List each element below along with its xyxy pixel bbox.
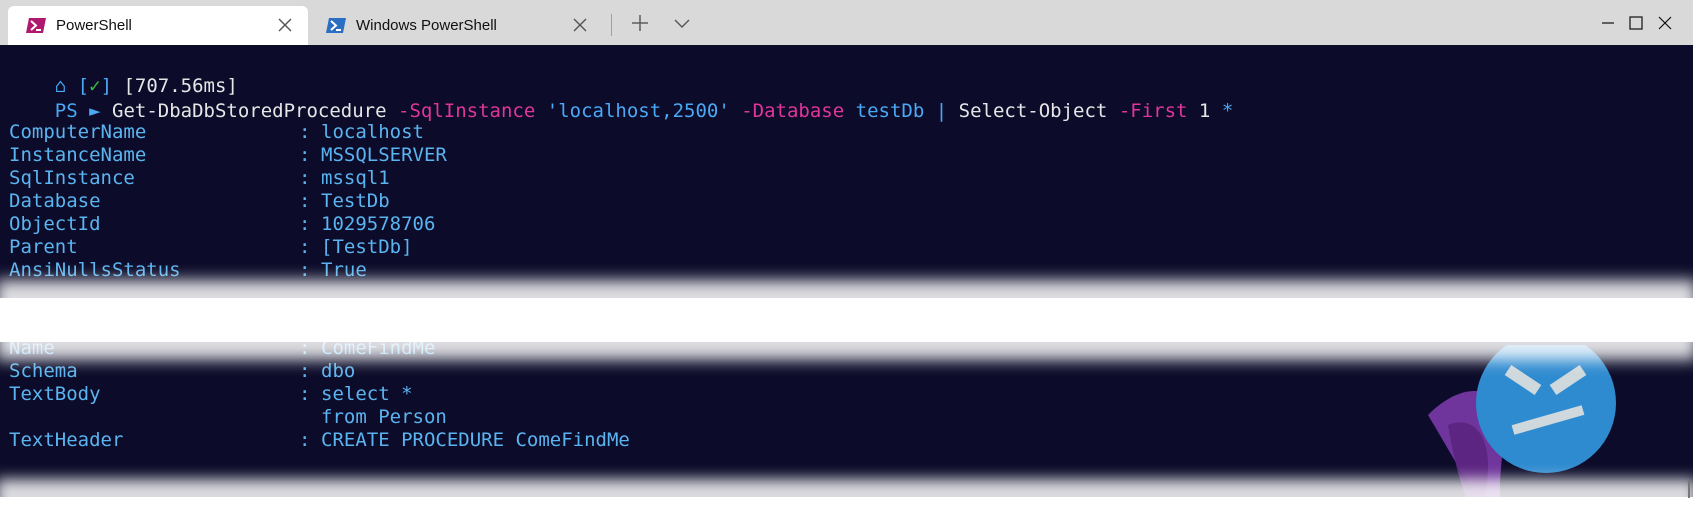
torn-edge xyxy=(0,298,1693,342)
property-separator: : xyxy=(299,213,311,235)
tab-label: Windows PowerShell xyxy=(356,17,497,34)
output-row: ComputerName: localhost xyxy=(9,120,424,145)
property-value: [TestDb] xyxy=(321,236,413,258)
property-value: True xyxy=(321,259,367,281)
property-name: AnsiNullsStatus xyxy=(9,259,181,281)
property-value: select * xyxy=(321,383,413,405)
property-separator: : xyxy=(299,190,311,212)
property-name: InstanceName xyxy=(9,144,147,166)
property-name: Parent xyxy=(9,236,78,258)
close-tab-icon[interactable] xyxy=(276,16,294,34)
scrollbar[interactable] xyxy=(1688,480,1690,498)
plus-icon xyxy=(632,15,648,31)
output-row: Schema: dbo xyxy=(9,359,355,384)
property-name: SqlInstance xyxy=(9,167,135,189)
property-separator: : xyxy=(299,167,311,189)
output-row: InstanceName: MSSQLSERVER xyxy=(9,143,447,168)
dbatools-logo-icon xyxy=(1428,345,1616,521)
property-value: localhost xyxy=(321,121,424,143)
output-row: SqlInstance: mssql1 xyxy=(9,166,390,191)
property-name: Schema xyxy=(9,360,78,382)
property-value: from Person xyxy=(321,406,447,428)
terminal-pane[interactable]: ⌂ [✓] [707.56ms] PS ► Get-DbaDbStoredPro… xyxy=(0,45,1693,521)
tab-separator xyxy=(611,14,612,36)
property-separator: : xyxy=(299,360,311,382)
chevron-down-icon xyxy=(674,19,690,28)
windows-powershell-icon xyxy=(326,18,346,33)
property-value: MSSQLSERVER xyxy=(321,144,447,166)
profile-dropdown-button[interactable] xyxy=(664,8,700,38)
property-separator: : xyxy=(299,259,311,281)
command-line: PS ► Get-DbaDbStoredProcedure -SqlInstan… xyxy=(54,100,1234,122)
tab-powershell[interactable]: PowerShell xyxy=(8,6,308,45)
new-tab-button[interactable] xyxy=(622,8,658,38)
property-value: TestDb xyxy=(321,190,390,212)
output-row: from Person xyxy=(9,405,447,430)
output-row: TextBody: select * xyxy=(9,382,413,407)
output-row: Database: TestDb xyxy=(9,189,390,214)
powershell-core-icon xyxy=(26,18,46,33)
close-tab-icon[interactable] xyxy=(571,16,589,34)
property-name: TextBody xyxy=(9,383,101,405)
property-value: dbo xyxy=(321,360,356,382)
prompt-status-line: ⌂ [✓] [707.56ms] xyxy=(54,75,238,97)
close-window-button[interactable] xyxy=(1637,0,1693,45)
output-row: Parent: [TestDb] xyxy=(9,235,413,260)
property-value: mssql1 xyxy=(321,167,390,189)
property-value: CREATE PROCEDURE ComeFindMe xyxy=(321,429,630,451)
output-row: TextHeader: CREATE PROCEDURE ComeFindMe xyxy=(9,428,630,453)
output-row: ObjectId:1029578706 xyxy=(9,212,435,237)
property-separator: : xyxy=(299,383,311,405)
tab-windows-powershell[interactable]: Windows PowerShell xyxy=(318,6,603,45)
property-name: ObjectId xyxy=(9,213,101,235)
title-bar: PowerShell Windows PowerShell xyxy=(0,0,1693,45)
tab-label: PowerShell xyxy=(56,17,132,34)
close-icon xyxy=(1658,16,1672,29)
property-value: 1029578706 xyxy=(321,213,436,235)
property-separator: : xyxy=(299,236,311,258)
property-name: TextHeader xyxy=(9,429,124,451)
property-separator: : xyxy=(299,121,311,143)
output-row: AnsiNullsStatus: True xyxy=(9,258,367,283)
property-separator: : xyxy=(299,144,311,166)
torn-edge xyxy=(0,497,1693,527)
property-name: ComputerName xyxy=(9,121,147,143)
property-name: Database xyxy=(9,190,101,212)
property-separator: : xyxy=(299,429,311,451)
